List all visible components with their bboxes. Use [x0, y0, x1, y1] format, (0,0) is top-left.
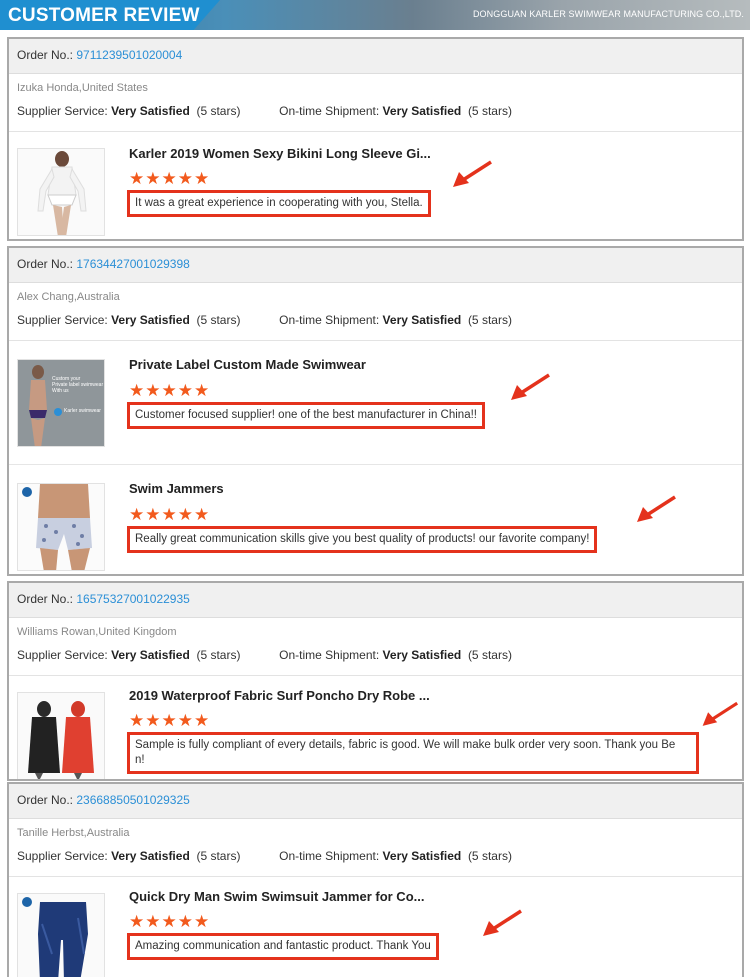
- shipment-stars-text: (5 stars): [467, 849, 512, 863]
- order-label: Order No.:: [17, 48, 74, 62]
- shipment-label: On-time Shipment:: [279, 648, 380, 662]
- review-card: Order No.: 23668850501029325 Tanille Her…: [7, 782, 744, 977]
- jammer-model-image[interactable]: [17, 483, 105, 571]
- product-title[interactable]: Quick Dry Man Swim Swimsuit Jammer for C…: [129, 889, 424, 904]
- review-comment: Really great communication skills give y…: [127, 526, 598, 553]
- shipment-stars-text: (5 stars): [467, 104, 512, 118]
- supplier-stars-text: (5 stars): [196, 313, 241, 327]
- review-comment: It was a great experience in cooperating…: [127, 190, 431, 217]
- supplier-stars-text: (5 stars): [196, 104, 241, 118]
- product-row: Custom your Private label swimwear With …: [9, 341, 742, 465]
- review-meta: Izuka Honda,United States Supplier Servi…: [9, 74, 742, 132]
- review-comment: Amazing communication and fantastic prod…: [127, 933, 439, 960]
- review-meta: Tanille Herbst,Australia Supplier Servic…: [9, 819, 742, 877]
- dry-robe-image[interactable]: [17, 692, 105, 779]
- arrow-icon: [637, 495, 676, 522]
- customer-name: Izuka Honda,United States: [17, 82, 148, 94]
- order-bar: Order No.: 23668850501029325: [9, 784, 742, 819]
- star-rating: ★★★★★: [129, 711, 211, 730]
- company-name: DONGGUAN KARLER SWIMWEAR MANUFACTURING C…: [472, 9, 744, 19]
- shipment-stars-text: (5 stars): [467, 648, 512, 662]
- arrow-icon: [483, 909, 522, 936]
- swim-brief-model-image[interactable]: Custom your Private label swimwear With …: [17, 359, 105, 447]
- review-meta: Williams Rowan,United Kingdom Supplier S…: [9, 618, 742, 676]
- order-label: Order No.:: [17, 257, 74, 271]
- order-number-link[interactable]: 23668850501029325: [76, 793, 189, 807]
- product-row: 2019 Waterproof Fabric Surf Poncho Dry R…: [9, 676, 742, 779]
- customer-name: Williams Rowan,United Kingdom: [17, 626, 177, 638]
- shipment-rating: Very Satisfied: [382, 313, 462, 327]
- thumb-brand: Karler swimwear: [64, 408, 101, 414]
- bikini-model-image[interactable]: [17, 148, 105, 236]
- shipment-rating: Very Satisfied: [382, 104, 462, 118]
- shipment-label: On-time Shipment:: [279, 313, 380, 327]
- supplier-rating: Very Satisfied: [111, 104, 190, 118]
- product-title[interactable]: 2019 Waterproof Fabric Surf Poncho Dry R…: [129, 688, 430, 703]
- order-bar: Order No.: 9711239501020004: [9, 39, 742, 74]
- shipment-label: On-time Shipment:: [279, 849, 380, 863]
- order-number-link[interactable]: 9711239501020004: [76, 48, 182, 62]
- supplier-rating: Very Satisfied: [111, 313, 190, 327]
- review-comment: Sample is fully compliant of every detai…: [127, 732, 699, 774]
- star-rating: ★★★★★: [129, 505, 211, 524]
- supplier-service-label: Supplier Service:: [17, 104, 108, 118]
- product-title[interactable]: Private Label Custom Made Swimwear: [129, 357, 366, 372]
- order-label: Order No.:: [17, 592, 74, 606]
- header-banner: CUSTOMER REVIEW DONGGUAN KARLER SWIMWEAR…: [0, 0, 750, 30]
- supplier-service-label: Supplier Service:: [17, 849, 108, 863]
- shipment-stars-text: (5 stars): [467, 313, 512, 327]
- ratings-row: Supplier Service: Very Satisfied (5 star…: [17, 313, 742, 327]
- order-number-link[interactable]: 17634427001029398: [76, 257, 189, 271]
- review-card: Order No.: 17634427001029398 Alex Chang,…: [7, 246, 744, 576]
- supplier-rating: Very Satisfied: [111, 849, 190, 863]
- comment-line: Sample is fully compliant of every detai…: [135, 739, 676, 751]
- comment-line: n!: [135, 754, 145, 766]
- arrow-icon: [511, 373, 550, 400]
- product-row: Quick Dry Man Swim Swimsuit Jammer for C…: [9, 877, 742, 977]
- supplier-stars-text: (5 stars): [196, 648, 241, 662]
- ratings-row: Supplier Service: Very Satisfied (5 star…: [17, 849, 742, 863]
- product-row: Karler 2019 Women Sexy Bikini Long Sleev…: [9, 132, 742, 239]
- product-row: Swim Jammers ★★★★★ Really great communic…: [9, 465, 742, 574]
- supplier-stars-text: (5 stars): [196, 849, 241, 863]
- review-card: Order No.: 9711239501020004 Izuka Honda,…: [7, 37, 744, 241]
- review-card: Order No.: 16575327001022935 Williams Ro…: [7, 581, 744, 781]
- star-rating: ★★★★★: [129, 912, 211, 931]
- navy-jammer-image[interactable]: [17, 893, 105, 977]
- product-title[interactable]: Karler 2019 Women Sexy Bikini Long Sleev…: [129, 146, 431, 161]
- order-bar: Order No.: 17634427001029398: [9, 248, 742, 283]
- ratings-row: Supplier Service: Very Satisfied (5 star…: [17, 104, 742, 118]
- customer-name: Tanille Herbst,Australia: [17, 827, 130, 839]
- order-label: Order No.:: [17, 793, 74, 807]
- customer-name: Alex Chang,Australia: [17, 291, 120, 303]
- product-title[interactable]: Swim Jammers: [129, 481, 224, 496]
- arrow-icon: [453, 160, 492, 187]
- order-number-link[interactable]: 16575327001022935: [76, 592, 189, 606]
- shipment-label: On-time Shipment:: [279, 104, 380, 118]
- supplier-rating: Very Satisfied: [111, 648, 190, 662]
- review-meta: Alex Chang,Australia Supplier Service: V…: [9, 283, 742, 341]
- page-title: CUSTOMER REVIEW: [8, 5, 200, 26]
- supplier-service-label: Supplier Service:: [17, 648, 108, 662]
- star-rating: ★★★★★: [129, 169, 211, 188]
- supplier-service-label: Supplier Service:: [17, 313, 108, 327]
- order-bar: Order No.: 16575327001022935: [9, 583, 742, 618]
- star-rating: ★★★★★: [129, 381, 211, 400]
- thumb-caption: With us: [52, 388, 69, 394]
- shipment-rating: Very Satisfied: [382, 849, 462, 863]
- ratings-row: Supplier Service: Very Satisfied (5 star…: [17, 648, 742, 662]
- arrow-icon: [702, 701, 739, 726]
- review-comment: Customer focused supplier! one of the be…: [127, 402, 485, 429]
- shipment-rating: Very Satisfied: [382, 648, 462, 662]
